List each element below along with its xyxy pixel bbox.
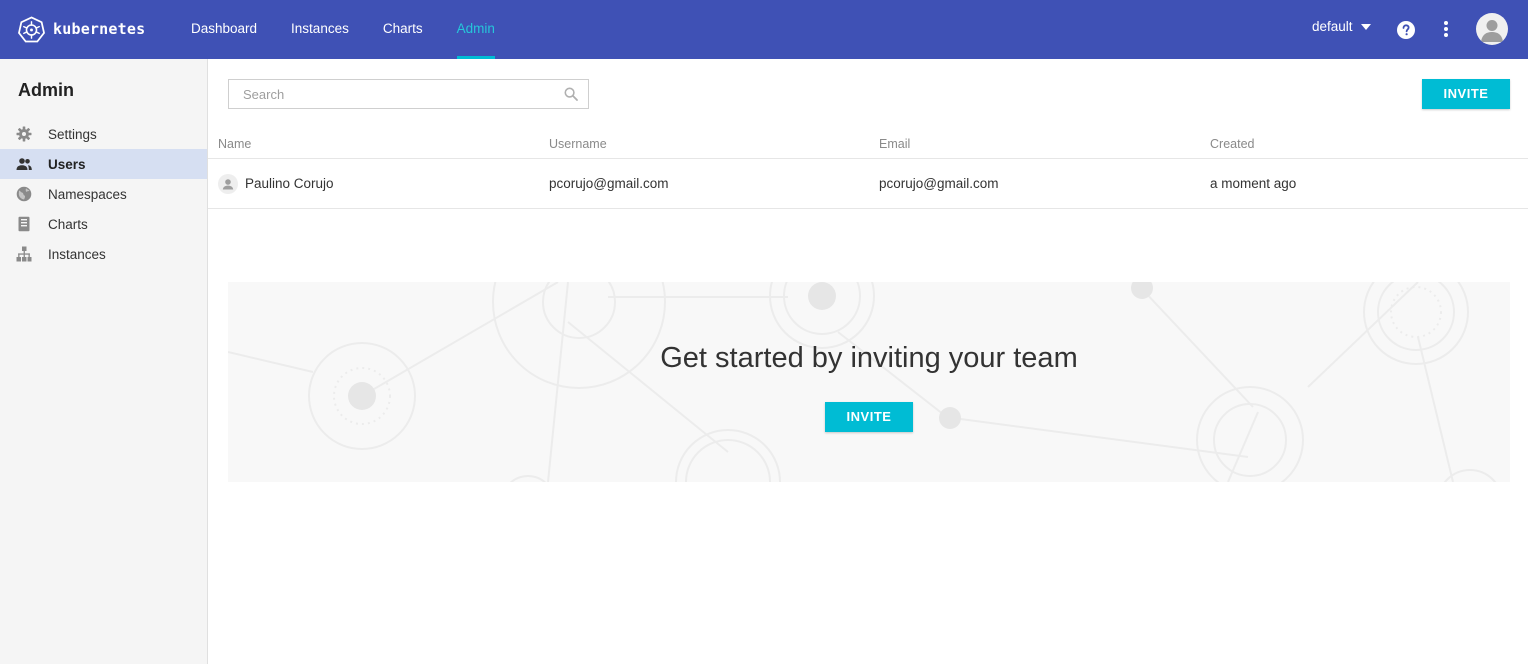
sidebar-item-namespaces[interactable]: Namespaces bbox=[0, 179, 207, 209]
chart-book-icon bbox=[18, 216, 30, 232]
namespace-selector[interactable]: default bbox=[1312, 19, 1371, 34]
sidebar-item-label: Namespaces bbox=[48, 186, 127, 202]
invite-team-panel: Get started by inviting your team INVITE bbox=[228, 282, 1510, 482]
network-background-illustration bbox=[228, 282, 1497, 482]
invite-button[interactable]: INVITE bbox=[1422, 79, 1510, 109]
sidebar-list: Settings Users Namespaces Charts Instanc… bbox=[0, 119, 207, 269]
people-icon bbox=[16, 158, 32, 170]
user-avatar bbox=[218, 174, 238, 194]
kubernetes-logo-icon bbox=[18, 15, 45, 42]
brand-name: kubernetes bbox=[53, 20, 146, 38]
nav-admin[interactable]: Admin bbox=[456, 0, 496, 59]
column-header-name[interactable]: Name bbox=[218, 137, 251, 151]
nav-dashboard[interactable]: Dashboard bbox=[191, 0, 257, 59]
sidebar-item-users[interactable]: Users bbox=[0, 149, 207, 179]
sidebar-item-instances[interactable]: Instances bbox=[0, 239, 207, 269]
users-table: Name Username Email Created Paulino Coru… bbox=[208, 128, 1528, 209]
account-icon bbox=[1481, 20, 1503, 42]
search-icon[interactable] bbox=[564, 87, 578, 101]
main-nav: Dashboard Instances Charts Admin bbox=[191, 0, 529, 59]
sidebar-title: Admin bbox=[18, 80, 74, 100]
nav-charts[interactable]: Charts bbox=[383, 0, 423, 59]
gear-icon bbox=[16, 126, 32, 142]
top-app-bar: kubernetes Dashboard Instances Charts Ad… bbox=[0, 0, 1528, 59]
globe-icon bbox=[16, 186, 32, 202]
sidebar-item-label: Charts bbox=[48, 216, 88, 232]
caret-down-icon bbox=[1360, 23, 1371, 30]
person-icon bbox=[222, 179, 234, 190]
sidebar-item-label: Instances bbox=[48, 246, 106, 262]
sidebar-item-charts[interactable]: Charts bbox=[0, 209, 207, 239]
hierarchy-icon bbox=[16, 246, 32, 262]
search-input[interactable] bbox=[229, 80, 549, 108]
brand[interactable]: kubernetes bbox=[18, 15, 145, 43]
nav-instances[interactable]: Instances bbox=[291, 0, 349, 59]
sidebar-item-label: Settings bbox=[48, 126, 97, 142]
table-header: Name Username Email Created bbox=[208, 128, 1528, 159]
sidebar-item-label: Users bbox=[48, 156, 86, 172]
invite-team-button[interactable]: INVITE bbox=[825, 402, 913, 432]
user-email: pcorujo@gmail.com bbox=[879, 176, 999, 191]
empty-state-heading: Get started by inviting your team bbox=[660, 342, 1078, 374]
sidebar-item-settings[interactable]: Settings bbox=[0, 119, 207, 149]
more-vert-icon[interactable] bbox=[1436, 19, 1456, 39]
user-created: a moment ago bbox=[1210, 176, 1297, 191]
namespace-value: default bbox=[1312, 19, 1353, 34]
column-header-email[interactable]: Email bbox=[879, 137, 910, 151]
help-icon[interactable] bbox=[1397, 21, 1415, 39]
column-header-username[interactable]: Username bbox=[549, 137, 607, 151]
column-header-created[interactable]: Created bbox=[1210, 137, 1254, 151]
account-avatar[interactable] bbox=[1476, 13, 1508, 45]
user-name: Paulino Corujo bbox=[245, 176, 334, 191]
table-row[interactable]: Paulino Corujo pcorujo@gmail.com pcorujo… bbox=[208, 159, 1528, 209]
user-username: pcorujo@gmail.com bbox=[549, 176, 669, 191]
admin-sidebar: Admin Settings Users Namespaces Charts I… bbox=[0, 59, 208, 664]
search-box bbox=[228, 79, 589, 109]
